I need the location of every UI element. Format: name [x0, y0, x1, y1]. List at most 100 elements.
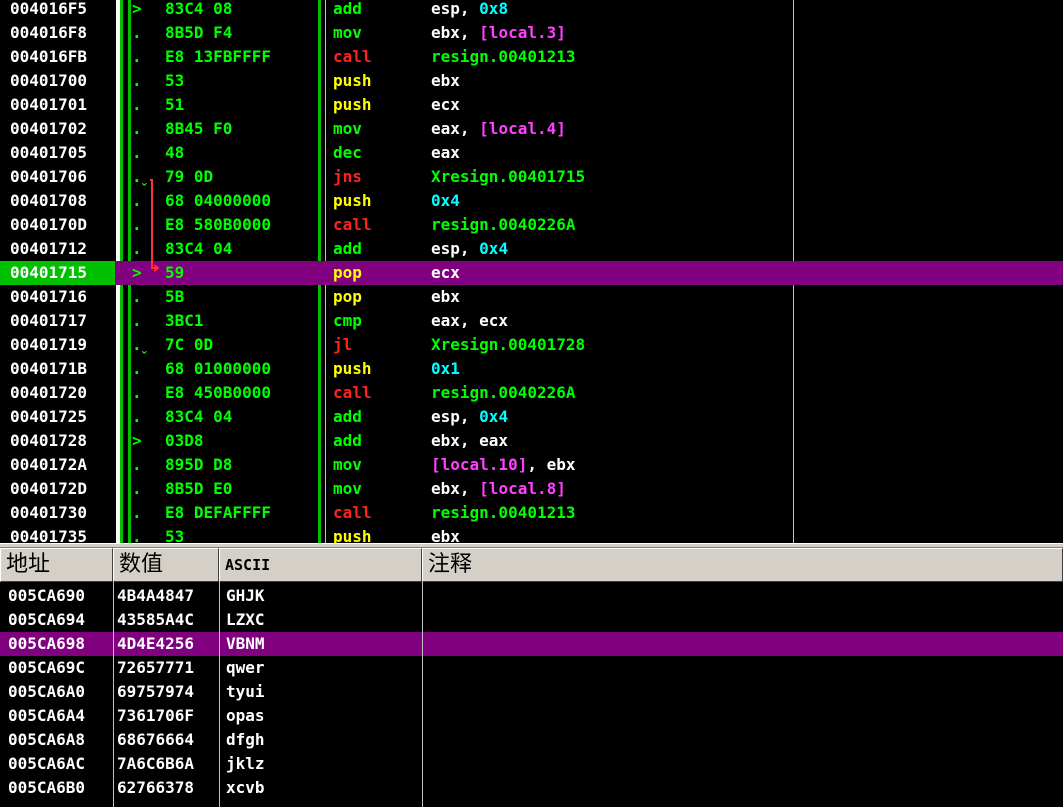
instr-mnemonic: cmp [333, 311, 362, 330]
instr-mnemonic: call [333, 383, 372, 402]
operand-part: eax [431, 143, 460, 162]
dump-value: 7A6C6B6A [117, 754, 195, 773]
instr-operands: esp, 0x8 [431, 0, 508, 21]
dump-row[interactable]: 005CA6B0 62766378 xcvb [0, 776, 1063, 800]
instr-operands: ecx [431, 261, 460, 285]
instr-mnemonic: mov [333, 479, 362, 498]
instr-operands: ebx [431, 525, 460, 545]
operand-part: ecx [431, 263, 460, 282]
dump-value: 4B4A4847 [117, 586, 195, 605]
instr-mnemonic: push [333, 71, 372, 90]
operand-part: [local.10] [431, 455, 528, 474]
operand-part: resign.0040226A [431, 215, 576, 234]
header-value[interactable]: 数值 [113, 548, 219, 582]
disassembly-pane[interactable]: 004016F5 >83C4 08 add esp, 0x8 004016F8. 8B5D… [0, 0, 1063, 545]
instr-mnemonic: jns [333, 167, 362, 186]
operand-part: resign.00401213 [431, 47, 576, 66]
instr-operands: ebx, [local.3] [431, 21, 566, 45]
instr-operands: ebx [431, 69, 460, 93]
dump-row[interactable]: 005CA6A8 68676664 dfgh [0, 728, 1063, 752]
dump-value: 69757974 [117, 682, 195, 701]
instr-operands: ebx, eax [431, 429, 508, 453]
dump-address: 005CA69C [8, 658, 86, 677]
dump-row[interactable]: 005CA6AC 7A6C6B6A jklz [0, 752, 1063, 776]
instr-mnemonic: call [333, 47, 372, 66]
operand-part: 0x4 [431, 191, 460, 210]
operand-part: ebx, [431, 479, 480, 498]
dump-header: 地址 数值 ASCII 注释 [0, 548, 1063, 582]
dump-row[interactable]: 005CA690 4B4A4847 GHJK [0, 584, 1063, 608]
dump-row[interactable]: 005CA694 43585A4C LZXC [0, 608, 1063, 632]
dump-address: 005CA6A4 [8, 706, 86, 725]
instr-operands: eax, [local.4] [431, 117, 566, 141]
instr-operands: ebx [431, 285, 460, 309]
dump-ascii: LZXC [226, 610, 265, 629]
instr-mnemonic: pop [333, 287, 362, 306]
instr-operands: resign.0040226A [431, 381, 576, 405]
operand-part: 0x1 [431, 359, 460, 378]
operand-part: esp, [431, 239, 480, 258]
instr-mnemonic: add [333, 0, 362, 18]
header-address[interactable]: 地址 [0, 548, 113, 582]
instr-operands: esp, 0x4 [431, 405, 508, 429]
instr-operands: eax, ecx [431, 309, 508, 333]
instr-mnemonic: pop [333, 263, 362, 282]
instr-operands: resign.00401213 [431, 501, 576, 525]
instr-operands: Xresign.00401715 [431, 165, 585, 189]
instr-operands: ebx, [local.8] [431, 477, 566, 501]
dump-divider-1 [113, 582, 114, 807]
instr-mnemonic: add [333, 407, 362, 426]
instr-mnemonic: mov [333, 119, 362, 138]
instr-hex: E8 13FBFFFF [165, 47, 271, 66]
dump-address: 005CA6AC [8, 754, 86, 773]
dump-ascii: jklz [226, 754, 265, 773]
dump-row[interactable]: 005CA69C 72657771 qwer [0, 656, 1063, 680]
header-ascii[interactable]: ASCII [219, 548, 422, 582]
operand-part: , ebx [527, 455, 576, 474]
instr-operands: [local.10], ebx [431, 453, 576, 477]
dump-address: 005CA6A8 [8, 730, 86, 749]
operand-part: ebx, [431, 23, 480, 42]
jump-arrows [150, 179, 160, 272]
operand-part: ebx, eax [431, 431, 509, 450]
instr-operands: 0x4 [431, 189, 460, 213]
jump-arrow-jns [150, 179, 158, 269]
operand-part: esp, [431, 0, 480, 18]
instr-operands: esp, 0x4 [431, 237, 508, 261]
dump-ascii: dfgh [226, 730, 265, 749]
operand-part: [local.8] [479, 479, 566, 498]
instr-mnemonic: push [333, 95, 372, 114]
operand-part: resign.0040226A [431, 383, 576, 402]
instr-operands: resign.0040226A [431, 213, 576, 237]
instr-operands: 0x1 [431, 357, 460, 381]
dump-ascii: opas [226, 706, 265, 725]
instr-mnemonic: add [333, 431, 362, 450]
instr-mnemonic: dec [333, 143, 362, 162]
dump-pane[interactable]: 005CA690 4B4A4847 GHJK 005CA694 43585A4C LZXC… [0, 582, 1063, 807]
header-comment[interactable]: 注释 [422, 548, 1063, 582]
instr-hex: E8 450B0000 [165, 383, 271, 402]
operand-part: 0x4 [479, 407, 509, 426]
dump-row[interactable]: 005CA6A4 7361706F opas [0, 704, 1063, 728]
dump-value: 4D4E4256 [117, 634, 195, 653]
operand-part: ebx [431, 71, 460, 90]
operand-part: Xresign.00401715 [431, 167, 586, 186]
instr-operands: ecx [431, 93, 460, 117]
dump-ascii: xcvb [226, 778, 265, 797]
instr-mnemonic: mov [333, 455, 362, 474]
operand-part: [local.4] [479, 119, 566, 138]
instr-mnemonic: jl [333, 335, 353, 354]
dump-value: 68676664 [117, 730, 195, 749]
instr-mnemonic: mov [333, 23, 362, 42]
dump-divider-3 [422, 582, 423, 807]
instr-hex: 68 04000000 [165, 191, 271, 210]
operand-part: 0x4 [479, 239, 509, 258]
instr-operands: Xresign.00401728 [431, 333, 585, 357]
dump-ascii: GHJK [226, 586, 265, 605]
operand-part: ecx [431, 95, 460, 114]
dump-value: 72657771 [117, 658, 195, 677]
dump-row[interactable]: 005CA6A0 69757974 tyui [0, 680, 1063, 704]
dump-row[interactable]: 005CA698 4D4E4256 VBNM [0, 632, 1063, 656]
instr-operands: eax [431, 141, 460, 165]
dump-ascii: qwer [226, 658, 265, 677]
